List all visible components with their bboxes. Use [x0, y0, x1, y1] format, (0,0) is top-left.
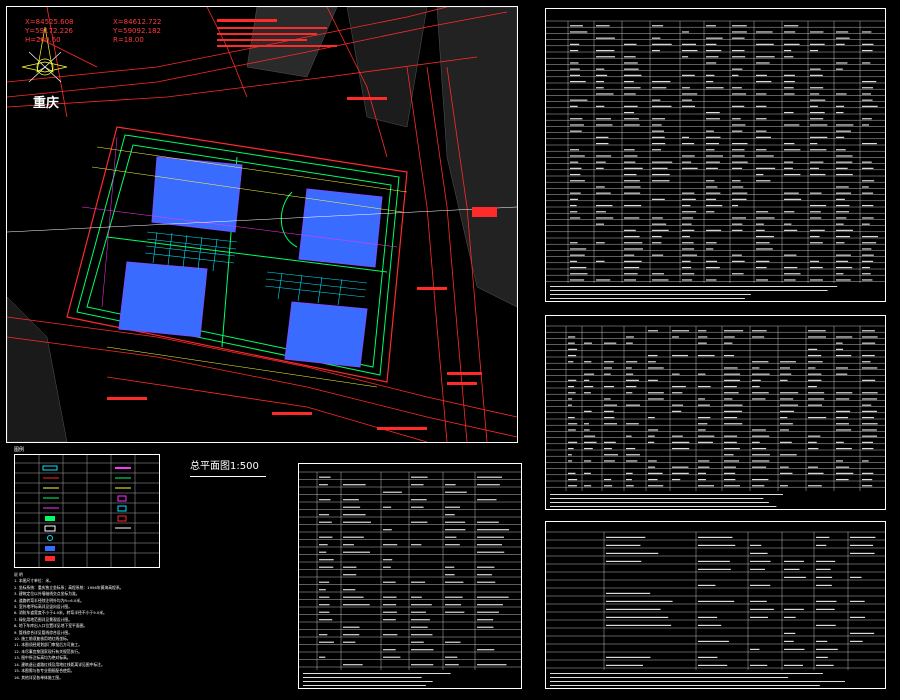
design-notes: 说 明 1. 本图尺寸单位：米。 2. 坐标系统：重庆独立坐标系；高程系统：19…: [14, 572, 314, 681]
coordinate-label: Y=59092.182: [113, 27, 161, 35]
legend-table[interactable]: [14, 454, 160, 568]
title-underline: [190, 476, 266, 477]
coordinate-label: X=84525.608: [25, 18, 74, 26]
drawing-title: 总平面图1:500: [190, 457, 266, 477]
site-plan-panel[interactable]: X=84525.608 Y=59172.226 H=280.60 X=84612…: [6, 6, 518, 443]
economic-table-grid: [299, 471, 521, 686]
red-boundary-lines: [7, 7, 517, 442]
coordinate-label: R=18.00: [113, 36, 144, 44]
legend-heading: 图例: [14, 447, 25, 453]
building-schedule-table[interactable]: [545, 8, 886, 302]
building-table-grid: [546, 20, 885, 299]
parking-table-grid: [546, 325, 885, 507]
coordinate-label: Y=59172.226: [25, 27, 73, 35]
city-label: 重庆: [33, 96, 60, 111]
economic-indicators-table[interactable]: [298, 463, 522, 689]
parking-schedule-table[interactable]: [545, 315, 886, 510]
drawing-title-text: 总平面图1:500: [190, 461, 259, 472]
site-plan-drawing: [7, 7, 517, 442]
landscape-table[interactable]: [545, 521, 886, 689]
terrain-hatch: [7, 7, 517, 442]
legend-grid: [15, 455, 159, 567]
coordinate-label: H=280.60: [25, 36, 61, 44]
note-line: 16. 其他详见各单体施工图。: [14, 674, 64, 680]
coordinate-label: X=84612.722: [113, 18, 162, 26]
grid-line: [7, 206, 517, 233]
landscape-table-grid: [546, 531, 885, 686]
